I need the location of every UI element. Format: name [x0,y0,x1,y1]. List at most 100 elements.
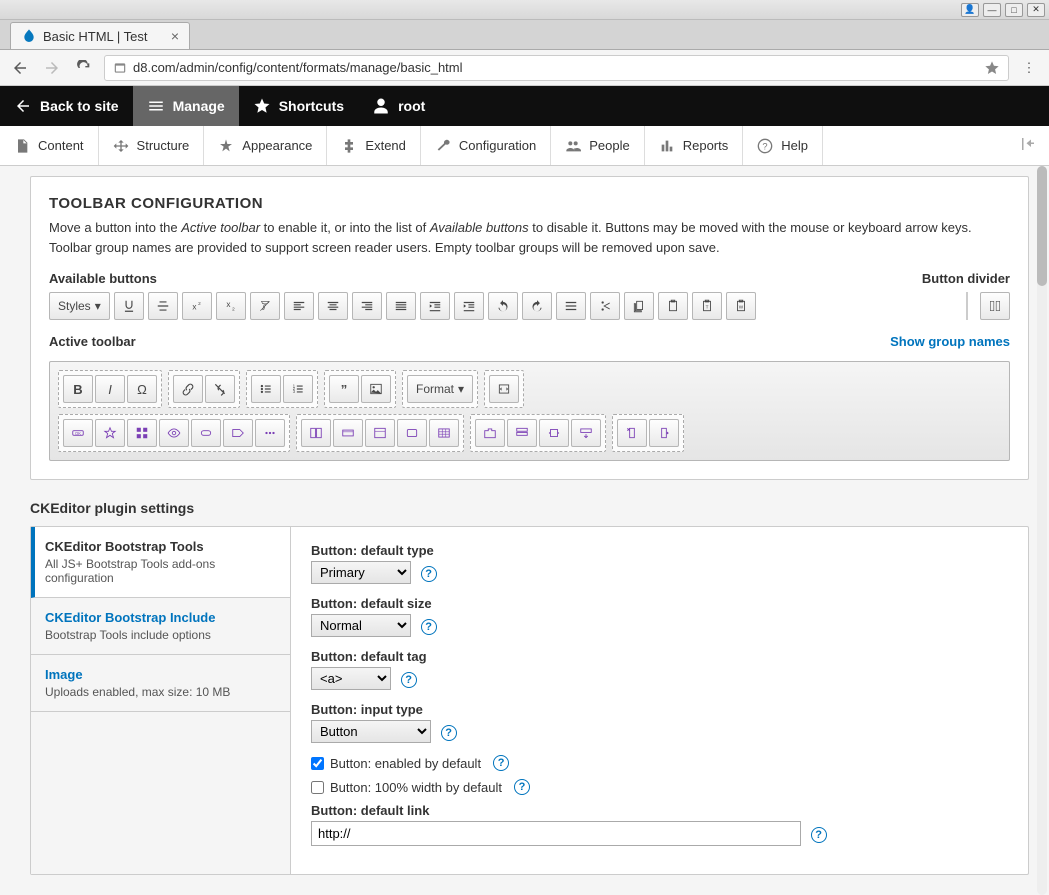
scrollbar-thumb[interactable] [1037,166,1047,286]
toolbar-group[interactable]: Format▾ [402,370,478,408]
bs-icon-icon[interactable] [95,419,125,447]
nav-help[interactable]: ?Help [743,126,823,165]
toolbar-group[interactable]: OK [58,414,290,452]
align-left-button[interactable] [284,292,314,320]
align-right-button[interactable] [352,292,382,320]
user-window-icon[interactable]: 👤 [961,3,979,17]
source-button[interactable] [489,375,519,403]
nav-appearance[interactable]: Appearance [204,126,327,165]
help-icon[interactable]: ? [493,755,509,771]
underline-button[interactable] [114,292,144,320]
nav-structure[interactable]: Structure [99,126,205,165]
bs-visible-icon[interactable] [159,419,189,447]
omega-button[interactable]: Ω [127,375,157,403]
undo-button[interactable] [488,292,518,320]
italic-button[interactable]: I [95,375,125,403]
bs-tabs-icon[interactable] [475,419,505,447]
nav-configuration[interactable]: Configuration [421,126,551,165]
number-list-button[interactable]: 123 [283,375,313,403]
bold-button[interactable]: B [63,375,93,403]
superscript-button[interactable]: x2 [182,292,212,320]
nav-content[interactable]: Content [0,126,99,165]
help-icon[interactable]: ? [441,725,457,741]
image-button[interactable] [361,375,391,403]
toolbar-group[interactable]: B I Ω [58,370,162,408]
nav-reports[interactable]: Reports [645,126,744,165]
manage-link[interactable]: Manage [133,86,239,126]
bs-well-icon[interactable] [397,419,427,447]
indent-button[interactable] [454,292,484,320]
shortcuts-link[interactable]: Shortcuts [239,86,358,126]
align-justify-button[interactable] [386,292,416,320]
default-size-select[interactable]: Normal [311,614,411,637]
divider-group-icon[interactable] [980,292,1010,320]
align-center-button[interactable] [318,292,348,320]
nav-extend[interactable]: Extend [327,126,420,165]
bs-col-delete-icon[interactable] [617,419,647,447]
toolbar-group[interactable] [168,370,240,408]
toolbar-group[interactable] [612,414,684,452]
bs-panel-icon[interactable] [365,419,395,447]
nav-orientation-toggle[interactable] [1007,135,1049,156]
help-icon[interactable]: ? [811,827,827,843]
toolbar-group[interactable]: ” [324,370,396,408]
bs-breadcrumb-icon[interactable] [255,419,285,447]
minimize-window-icon[interactable]: — [983,3,1001,17]
back-to-site-link[interactable]: Back to site [0,86,133,126]
unlink-button[interactable] [205,375,235,403]
link-button[interactable] [173,375,203,403]
toolbar-group[interactable] [484,370,524,408]
bs-label-icon[interactable] [223,419,253,447]
bs-collapse-icon[interactable] [571,419,601,447]
maximize-window-icon[interactable]: □ [1005,3,1023,17]
blockquote-button[interactable]: ” [329,375,359,403]
vtab-image[interactable]: Image Uploads enabled, max size: 10 MB [31,655,290,712]
bs-grid-icon[interactable] [127,419,157,447]
reload-button[interactable] [72,56,96,80]
help-icon[interactable]: ? [401,672,417,688]
bs-badge-icon[interactable] [191,419,221,447]
bs-carousel-icon[interactable] [539,419,569,447]
scrollbar-track[interactable] [1037,166,1047,895]
format-dropdown[interactable]: Format▾ [407,375,473,403]
user-link[interactable]: root [358,86,439,126]
browser-menu-icon[interactable]: ⋮ [1017,56,1041,80]
redo-button[interactable] [522,292,552,320]
paste-text-button[interactable]: T [692,292,722,320]
nav-people[interactable]: People [551,126,644,165]
back-button[interactable] [8,56,32,80]
cut-button[interactable] [590,292,620,320]
enabled-checkbox[interactable] [311,757,324,770]
bs-table-icon[interactable] [429,419,459,447]
subscript-button[interactable]: x2 [216,292,246,320]
copy-button[interactable] [624,292,654,320]
vtab-bootstrap-include[interactable]: CKEditor Bootstrap Include Bootstrap Too… [31,598,290,655]
bs-col-add-icon[interactable] [649,419,679,447]
paste-button[interactable] [658,292,688,320]
bs-alert-icon[interactable] [333,419,363,447]
tab-close-icon[interactable]: × [171,28,179,44]
input-type-select[interactable]: Button [311,720,431,743]
bs-accordion-icon[interactable] [507,419,537,447]
strike-button[interactable] [148,292,178,320]
default-link-input[interactable] [311,821,801,846]
remove-format-button[interactable] [250,292,280,320]
horizontal-rule-button[interactable] [556,292,586,320]
browser-tab[interactable]: Basic HTML | Test × [10,22,190,49]
styles-dropdown[interactable]: Styles▾ [49,292,110,320]
help-icon[interactable]: ? [514,779,530,795]
toolbar-group[interactable] [296,414,464,452]
toolbar-group[interactable]: 123 [246,370,318,408]
bullet-list-button[interactable] [251,375,281,403]
divider-separator-icon[interactable] [966,292,968,320]
help-icon[interactable]: ? [421,566,437,582]
url-box[interactable]: d8.com/admin/config/content/formats/mana… [104,55,1009,81]
vtab-bootstrap-tools[interactable]: CKEditor Bootstrap Tools All JS+ Bootstr… [31,527,290,598]
bookmark-star-icon[interactable] [984,60,1000,76]
show-group-names-link[interactable]: Show group names [890,334,1010,349]
fullwidth-checkbox[interactable] [311,781,324,794]
default-type-select[interactable]: Primary [311,561,411,584]
help-icon[interactable]: ? [421,619,437,635]
default-tag-select[interactable]: <a> [311,667,391,690]
outdent-button[interactable] [420,292,450,320]
